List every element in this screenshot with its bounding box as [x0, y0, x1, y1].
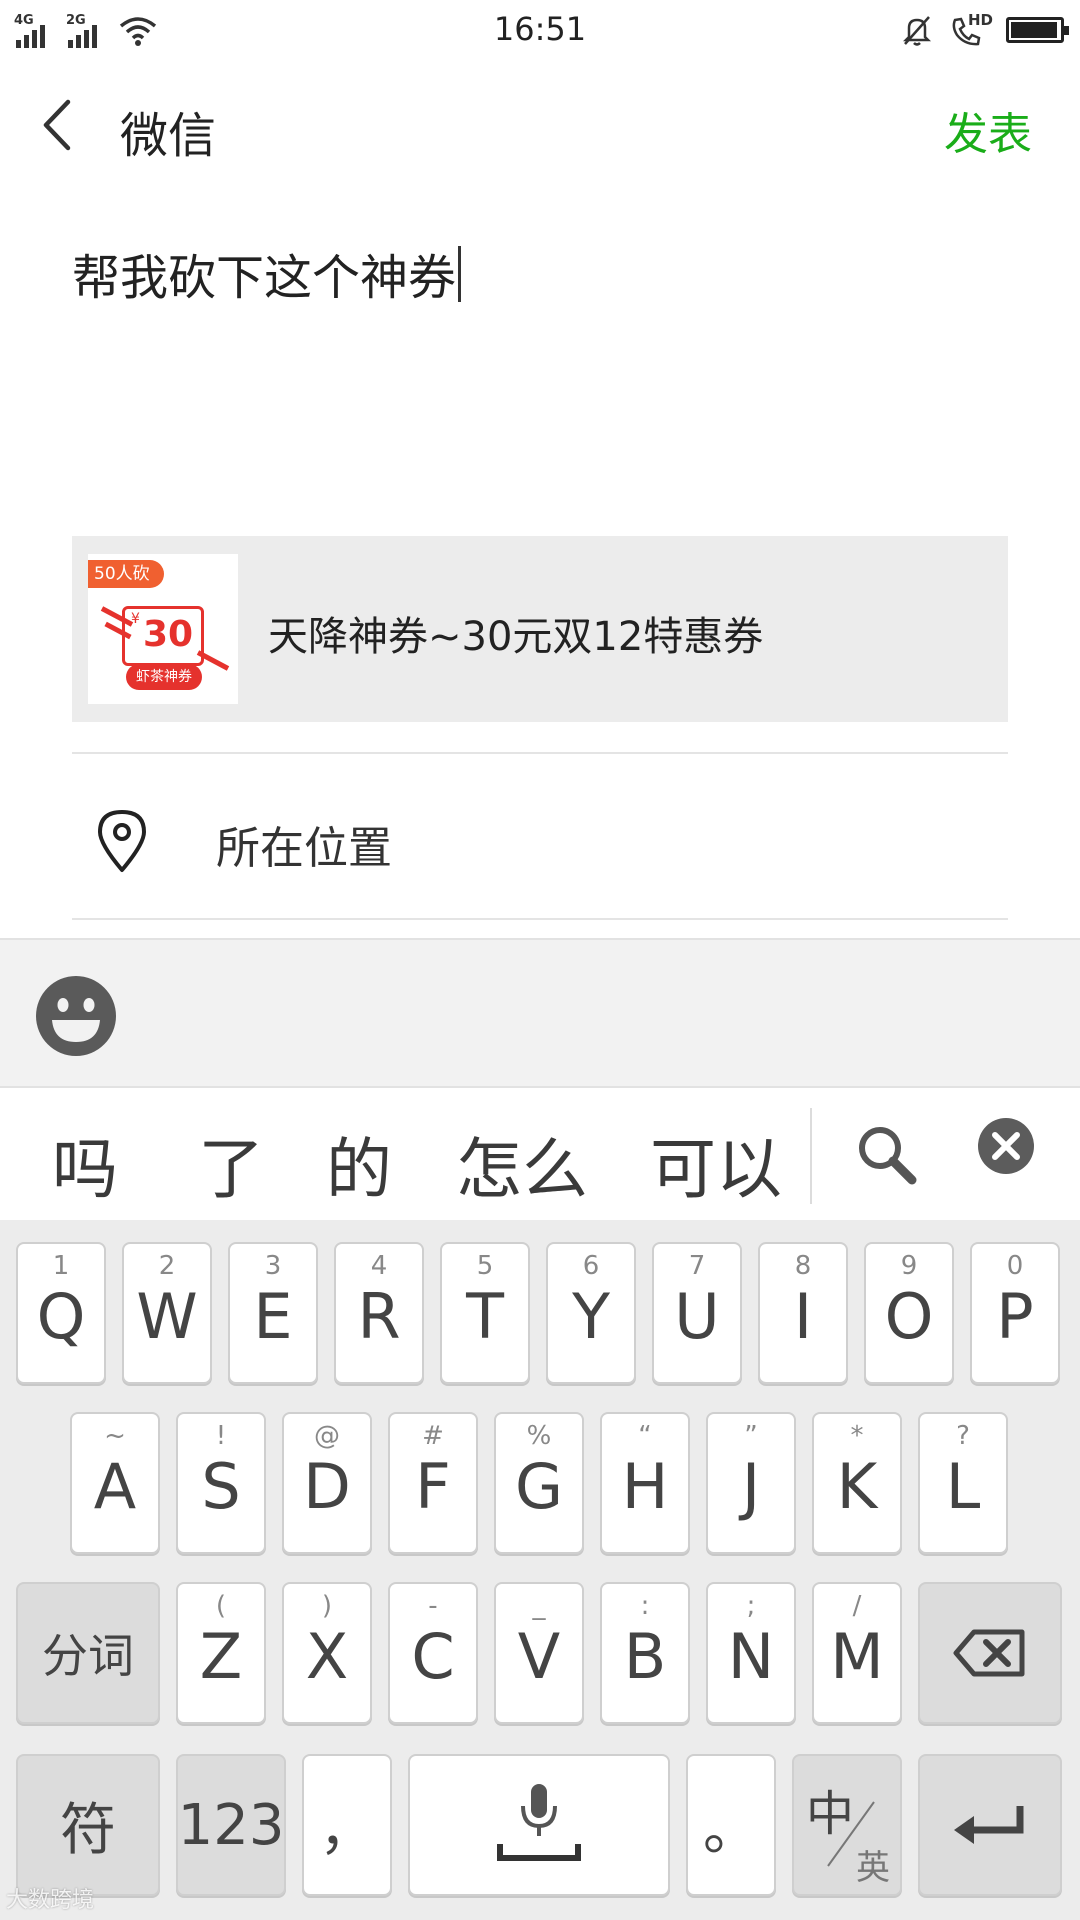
coupon-value: 30	[143, 614, 194, 655]
coupon-thumbnail: 50人砍 ¥ 30 虾茶神券	[88, 554, 238, 704]
key-t[interactable]: 5T	[440, 1242, 530, 1384]
key-b[interactable]: :B	[600, 1582, 690, 1724]
backspace-icon	[953, 1629, 1025, 1677]
coupon-currency: ¥	[131, 611, 140, 627]
space-voice-key[interactable]	[408, 1754, 670, 1896]
page-title: 微信	[120, 108, 217, 164]
location-label: 所在位置	[216, 823, 392, 874]
candidate-bar: 吗 了 的 怎么 可以	[0, 1090, 1080, 1220]
candidate-word[interactable]: 的	[326, 1116, 392, 1212]
keyboard: 1Q 2W 3E 4R 5T 6Y 7U 8I 9O 0P ~ A ! S @ D #…	[0, 1220, 1080, 1920]
key-g[interactable]: % G	[494, 1412, 584, 1554]
hd-call-icon: HD	[948, 11, 994, 47]
comma-key[interactable]: ，	[302, 1754, 392, 1896]
lang-en-label: 英	[856, 1848, 890, 1888]
key-u[interactable]: 7U	[652, 1242, 742, 1384]
language-switch-key[interactable]: 中 英	[792, 1754, 902, 1896]
key-x[interactable]: ) X	[282, 1582, 372, 1724]
key-q[interactable]: 1Q	[16, 1242, 106, 1384]
key-j[interactable]: ” J	[706, 1412, 796, 1554]
close-icon[interactable]	[976, 1116, 1036, 1176]
key-v[interactable]: _ V	[494, 1582, 584, 1724]
emoji-bar	[0, 938, 1080, 1088]
coupon-tag: 50人砍	[88, 560, 164, 588]
key-m[interactable]: / M	[812, 1582, 902, 1724]
key-e[interactable]: 3E	[228, 1242, 318, 1384]
divider	[72, 918, 1008, 920]
key-s[interactable]: ! S	[176, 1412, 266, 1554]
key-d[interactable]: @ D	[282, 1412, 372, 1554]
battery-icon	[1006, 17, 1069, 43]
key-z[interactable]: (Z	[176, 1582, 266, 1724]
post-text-input[interactable]: 帮我砍下这个神券	[72, 238, 462, 308]
candidate-word[interactable]: 了	[198, 1116, 264, 1212]
key-l[interactable]: ? L	[918, 1412, 1008, 1554]
microphone-icon	[497, 1784, 581, 1861]
key-w[interactable]: 2W	[122, 1242, 212, 1384]
key-n[interactable]: ; N	[706, 1582, 796, 1724]
location-row[interactable]: 所在位置	[72, 772, 1008, 904]
enter-key[interactable]	[918, 1754, 1062, 1896]
header: 微信 发表	[0, 70, 1080, 180]
bell-muted-icon	[902, 16, 932, 46]
emoji-smiley-icon[interactable]	[34, 974, 118, 1058]
key-a[interactable]: ~ A	[70, 1412, 160, 1554]
key-o[interactable]: 9O	[864, 1242, 954, 1384]
post-text-value: 帮我砍下这个神券	[72, 250, 457, 306]
key-f[interactable]: # F	[388, 1412, 478, 1554]
key-p[interactable]: 0P	[970, 1242, 1060, 1384]
coupon-body: ¥ 30	[122, 606, 204, 666]
status-bar: 4G 2G 16:51 HD	[0, 0, 1080, 60]
search-icon[interactable]	[852, 1120, 922, 1190]
period-key[interactable]: 。	[686, 1754, 776, 1896]
key-i[interactable]: 8I	[758, 1242, 848, 1384]
key-c[interactable]: -C	[388, 1582, 478, 1724]
divider	[72, 752, 1008, 754]
key-h[interactable]: “H	[600, 1412, 690, 1554]
symbol-key[interactable]: 符	[16, 1754, 160, 1896]
candidate-word[interactable]: 吗	[52, 1116, 118, 1212]
text-caret	[458, 246, 462, 302]
key-r[interactable]: 4R	[334, 1242, 424, 1384]
watermark: 大数跨境	[6, 1888, 95, 1913]
candidate-word[interactable]: 可以	[650, 1116, 782, 1212]
back-arrow-icon[interactable]	[30, 90, 90, 160]
candidate-separator	[810, 1108, 812, 1204]
segment-key[interactable]: 分词	[16, 1582, 160, 1724]
key-y[interactable]: 6Y	[546, 1242, 636, 1384]
coupon-ribbon: 虾茶神券	[126, 664, 202, 690]
backspace-key[interactable]	[918, 1582, 1062, 1724]
enter-arrow-icon	[954, 1806, 1024, 1844]
share-card-title: 天降神券~30元双12特惠券	[268, 614, 764, 660]
hd-label: HD	[968, 11, 994, 29]
location-pin-icon	[98, 810, 146, 872]
publish-button[interactable]: 发表	[944, 98, 1032, 162]
status-right: HD	[900, 10, 1069, 50]
numeric-key[interactable]: 123	[176, 1754, 286, 1896]
share-card[interactable]: 50人砍 ¥ 30 虾茶神券 天降神券~30元双12特惠券	[72, 536, 1008, 722]
candidate-word[interactable]: 怎么	[456, 1116, 588, 1212]
key-k[interactable]: * K	[812, 1412, 902, 1554]
